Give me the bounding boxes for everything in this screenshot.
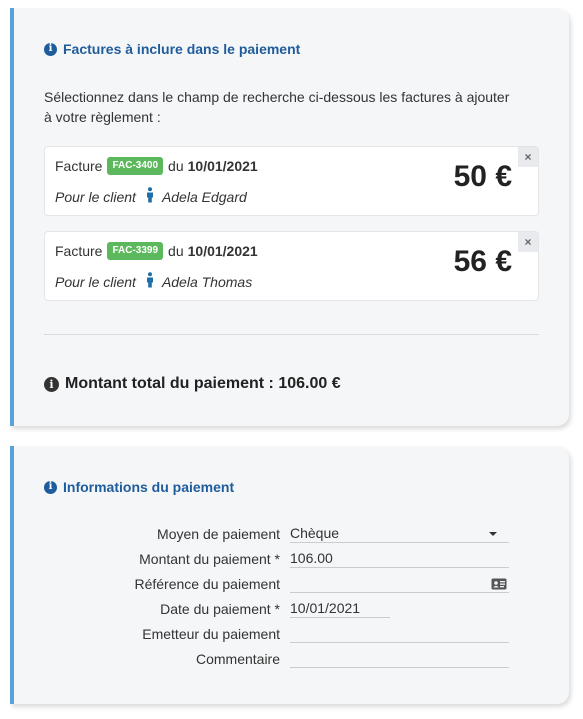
- payment-method-value: Chèque: [290, 525, 340, 541]
- client-name: Adela Edgard: [161, 188, 247, 205]
- remove-invoice-button[interactable]: ×: [518, 147, 538, 167]
- invoices-section-title: i Factures à inclure dans le paiement: [44, 41, 300, 57]
- invoice-prefix: Facture: [55, 243, 103, 259]
- payment-issuer-label: Emetteur du paiement: [142, 626, 280, 642]
- payment-reference-row: Référence du paiement: [14, 572, 573, 596]
- client-label: Pour le client: [55, 188, 136, 205]
- payment-date-input[interactable]: 10/01/2021: [290, 597, 390, 618]
- invoice-card: Facture FAC-3399 du 10/01/2021 Pour le c…: [44, 231, 539, 301]
- total-text: Montant total du paiement : 106.00 €: [65, 375, 341, 392]
- payment-amount-label: Montant du paiement *: [139, 551, 280, 567]
- close-icon: ×: [524, 150, 532, 164]
- client-name: Adela Thomas: [161, 273, 253, 290]
- payment-title-text: Informations du paiement: [63, 479, 235, 495]
- invoice-card: Facture FAC-3400 du 10/01/2021 Pour le c…: [44, 146, 539, 216]
- payment-reference-input[interactable]: [290, 572, 509, 593]
- invoice-client: Pour le client Adela Thomas: [55, 272, 252, 291]
- info-circle-icon: i: [44, 42, 57, 56]
- payment-method-label: Moyen de paiement: [157, 526, 280, 542]
- client-label: Pour le client: [55, 273, 136, 290]
- invoice-header: Facture FAC-3400 du 10/01/2021: [55, 157, 258, 175]
- invoice-number-badge: FAC-3400: [107, 157, 164, 175]
- total-amount: i Montant total du paiement : 106.00 €: [44, 375, 341, 393]
- payment-info-card: i Informations du paiement Moyen de paie…: [10, 446, 569, 704]
- info-circle-icon: i: [44, 480, 57, 494]
- divider: [44, 334, 539, 335]
- close-icon: ×: [524, 235, 532, 249]
- invoice-prefix: Facture: [55, 158, 103, 174]
- invoice-number-badge: FAC-3399: [107, 242, 164, 260]
- invoice-date: 10/01/2021: [187, 243, 258, 259]
- payment-method-row: Moyen de paiement Chèque: [14, 522, 573, 546]
- invoice-amount: 50 €: [453, 160, 512, 193]
- payment-date-label: Date du paiement *: [160, 601, 280, 617]
- payment-section-title: i Informations du paiement: [44, 479, 234, 495]
- payment-amount-input[interactable]: 106.00: [290, 547, 509, 568]
- payment-date-row: Date du paiement * 10/01/2021: [14, 597, 573, 621]
- invoices-card: i Factures à inclure dans le paiement Sé…: [10, 8, 569, 426]
- invoice-du: du: [168, 158, 184, 174]
- payment-comment-input[interactable]: [290, 647, 509, 668]
- caret-down-icon: [489, 532, 497, 536]
- invoice-header: Facture FAC-3399 du 10/01/2021: [55, 242, 258, 260]
- person-icon: [146, 187, 154, 206]
- payment-reference-label: Référence du paiement: [134, 576, 280, 592]
- invoice-date: 10/01/2021: [187, 158, 258, 174]
- payment-method-select[interactable]: Chèque: [290, 522, 509, 543]
- payment-issuer-row: Emetteur du paiement: [14, 622, 573, 646]
- info-circle-icon: i: [44, 376, 59, 392]
- remove-invoice-button[interactable]: ×: [518, 232, 538, 252]
- id-card-icon: [491, 577, 507, 593]
- payment-issuer-input[interactable]: [290, 622, 509, 643]
- payment-comment-label: Commentaire: [195, 651, 280, 667]
- invoices-instructions: Sélectionnez dans le champ de recherche …: [44, 89, 510, 125]
- invoice-client: Pour le client Adela Edgard: [55, 187, 247, 206]
- invoices-title-text: Factures à inclure dans le paiement: [63, 41, 301, 57]
- person-icon: [146, 272, 154, 291]
- payment-comment-row: Commentaire: [14, 647, 573, 671]
- invoice-amount: 56 €: [453, 245, 512, 278]
- payment-amount-row: Montant du paiement * 106.00: [14, 547, 573, 571]
- invoice-du: du: [168, 243, 184, 259]
